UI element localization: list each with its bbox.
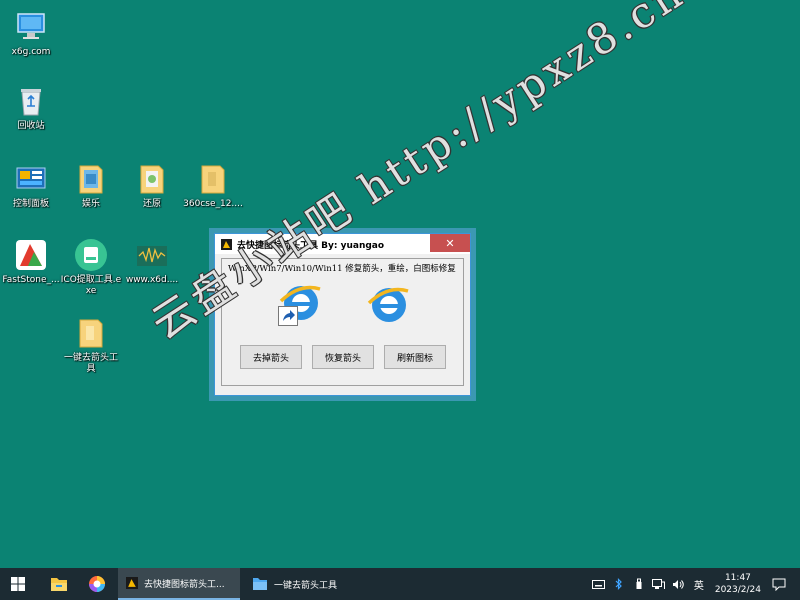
close-button[interactable]: ✕ xyxy=(430,234,470,252)
bluetooth-icon[interactable] xyxy=(612,577,626,591)
taskbar-app-folder[interactable]: 一键去箭头工具 xyxy=(244,568,364,600)
folder-icon xyxy=(253,578,267,590)
desktop-icon-label: 360cse_12.... xyxy=(183,199,243,209)
dialog-content: WinXP/Win7/Win10/Win11 修复箭头，重绘，白图标修复 去掉箭… xyxy=(221,258,464,386)
desktop-icon-label: 还原 xyxy=(142,199,161,209)
dialog-title: 去快捷图标箭头工具 By: yuangao xyxy=(237,240,385,251)
taskbar-app-arrow-tool[interactable]: 去快捷图标箭头工... xyxy=(118,568,240,600)
desktop-icon-label: 回收站 xyxy=(17,121,45,131)
shortcut-arrow-icon xyxy=(278,306,298,326)
usb-icon[interactable] xyxy=(632,577,646,591)
input-method-indicator[interactable]: 英 xyxy=(692,577,706,592)
dialog-titlebar[interactable]: 去快捷图标箭头工具 By: yuangao ✕ xyxy=(215,234,470,254)
keyboard-icon[interactable] xyxy=(592,577,606,591)
network-icon[interactable] xyxy=(652,577,666,591)
recycle-bin-icon xyxy=(14,84,48,118)
desktop-icon-ico-extract[interactable]: ICO提取工具.exe xyxy=(60,238,122,297)
windows-logo-icon xyxy=(11,577,25,591)
desktop-icon-label: www.x6d.... xyxy=(125,275,179,285)
ico-extract-icon xyxy=(74,238,108,272)
desktop-icon-label: ICO提取工具.exe xyxy=(60,275,122,296)
clock-time: 11:47 xyxy=(724,573,751,583)
audio-wave-icon xyxy=(135,238,169,272)
faststone-icon xyxy=(14,238,48,272)
start-button[interactable] xyxy=(0,568,36,600)
desktop-icon-entertainment[interactable]: 娱乐 xyxy=(60,162,122,210)
refresh-icons-button[interactable]: 刷新图标 xyxy=(384,345,446,369)
browser-icon xyxy=(89,576,105,592)
desktop-icon-label: 控制面板 xyxy=(12,199,49,209)
app-icon xyxy=(221,238,232,250)
close-icon: ✕ xyxy=(445,236,455,250)
file-explorer-button[interactable] xyxy=(44,568,74,600)
desktop-icon-label: FastStone_... xyxy=(2,275,60,285)
desktop-icon-restore[interactable]: 还原 xyxy=(121,162,183,210)
arrow-remover-dialog: 去快捷图标箭头工具 By: yuangao ✕ WinXP/Win7/Win10… xyxy=(214,233,471,396)
desktop-icon-recycle-bin[interactable]: 回收站 xyxy=(0,84,62,132)
folder-icon xyxy=(74,316,108,350)
taskbar-app-label: 去快捷图标箭头工... xyxy=(144,579,225,590)
remove-arrow-button[interactable]: 去掉箭头 xyxy=(240,345,302,369)
volume-icon[interactable] xyxy=(672,577,686,591)
system-tray: 英 11:47 2023/2/24 xyxy=(589,568,800,600)
desktop-icon-x6g[interactable]: x6g.com xyxy=(0,10,62,58)
restore-arrow-button[interactable]: 恢复箭头 xyxy=(312,345,374,369)
dialog-description: WinXP/Win7/Win10/Win11 修复箭头，重绘，白图标修复 xyxy=(228,264,456,274)
clock[interactable]: 11:47 2023/2/24 xyxy=(715,572,761,596)
file-explorer-icon xyxy=(51,578,67,591)
app-icon xyxy=(126,577,138,589)
ie-icon xyxy=(367,287,409,322)
desktop-icon-label: 一键去箭头工具 xyxy=(63,353,118,374)
desktop-icon-label: 娱乐 xyxy=(81,199,100,209)
browser-button[interactable] xyxy=(82,568,112,600)
desktop-icon-control-panel[interactable]: 控制面板 xyxy=(0,162,62,210)
desktop-icon-remove-arrow-tool[interactable]: 一键去箭头工具 xyxy=(60,316,122,375)
folder-icon xyxy=(196,162,230,196)
taskbar-app-label: 一键去箭头工具 xyxy=(274,580,338,591)
desktop-icon-360cse[interactable]: 360cse_12.... xyxy=(182,162,244,210)
desktop-icon-label: x6g.com xyxy=(11,47,51,57)
control-panel-icon xyxy=(14,162,48,196)
desktop-icon-www-x6d[interactable]: www.x6d.... xyxy=(121,238,183,286)
computer-icon xyxy=(14,10,48,44)
desktop-icon-faststone[interactable]: FastStone_... xyxy=(0,238,62,286)
clock-date: 2023/2/24 xyxy=(714,585,761,595)
taskbar: 去快捷图标箭头工... 一键去箭头工具 英 11:47 2023/2/24 xyxy=(0,568,800,600)
folder-icon xyxy=(74,162,108,196)
notification-icon[interactable] xyxy=(772,577,786,591)
folder-icon xyxy=(135,162,169,196)
